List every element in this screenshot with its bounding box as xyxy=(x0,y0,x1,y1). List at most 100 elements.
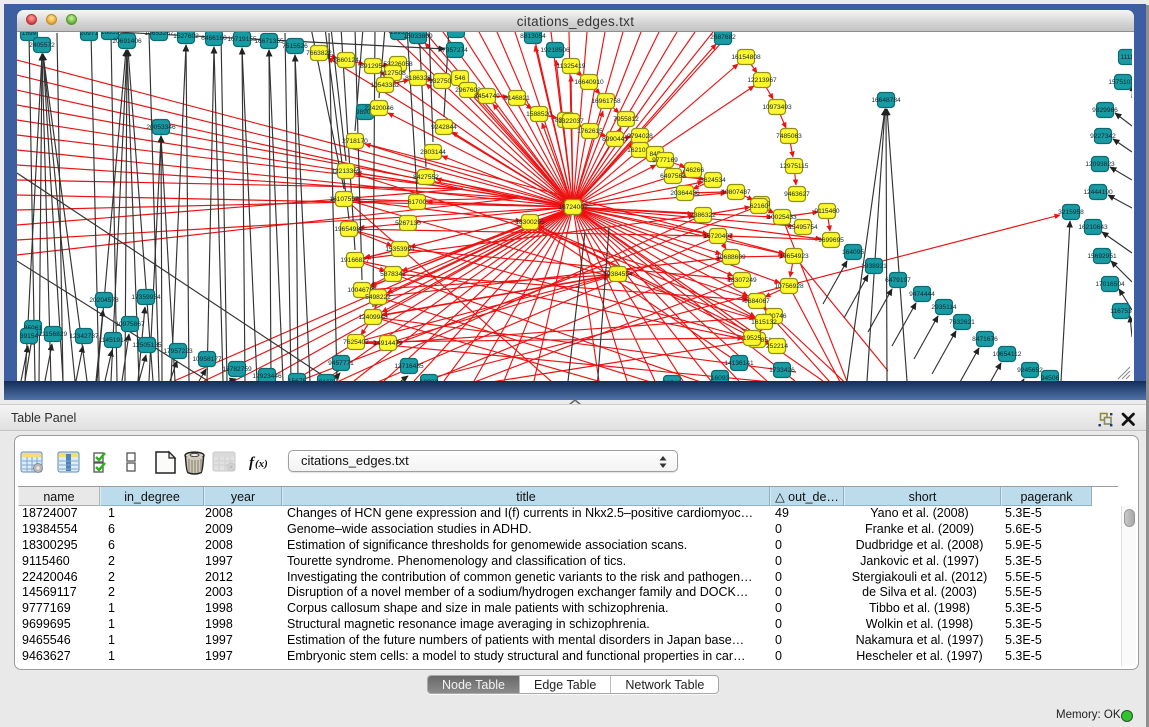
svg-text:17359934: 17359934 xyxy=(131,294,161,301)
svg-text:20204578: 20204578 xyxy=(89,297,119,304)
svg-text:11451914: 11451914 xyxy=(99,337,128,344)
svg-text:11156829: 11156829 xyxy=(39,331,68,338)
svg-text:8427552: 8427552 xyxy=(413,174,439,181)
svg-text:18300295: 18300295 xyxy=(515,219,545,226)
svg-text:2687682: 2687682 xyxy=(710,34,736,41)
svg-text:2718170: 2718170 xyxy=(342,138,368,145)
svg-text:13716485: 13716485 xyxy=(394,363,424,370)
svg-text:19654982: 19654982 xyxy=(334,226,364,233)
svg-text:7625402: 7625402 xyxy=(343,339,369,346)
svg-text:19525: 19525 xyxy=(743,335,762,342)
svg-text:11325419: 11325419 xyxy=(557,63,586,70)
svg-text:1588520: 1588520 xyxy=(526,111,552,118)
svg-text:1762615: 1762615 xyxy=(577,128,603,135)
svg-text:8912954: 8912954 xyxy=(360,63,386,70)
svg-text:8471676: 8471676 xyxy=(972,336,998,343)
svg-text:16107557: 16107557 xyxy=(329,196,359,203)
svg-text:16720407: 16720407 xyxy=(703,233,733,240)
svg-text:15353994: 15353994 xyxy=(385,246,415,253)
svg-text:94506: 94506 xyxy=(1041,375,1060,381)
svg-text:14136141: 14136141 xyxy=(724,360,754,367)
svg-text:16640910: 16640910 xyxy=(574,79,604,86)
svg-text:10958177: 10958177 xyxy=(192,356,222,363)
svg-text:61700: 61700 xyxy=(408,199,427,206)
svg-text:1111: 1111 xyxy=(1120,54,1132,61)
svg-text:10973493: 10973493 xyxy=(762,104,792,111)
svg-text:1615132: 1615132 xyxy=(751,319,777,326)
svg-text:10719155: 10719155 xyxy=(227,36,257,43)
svg-text:12975115: 12975115 xyxy=(780,163,809,170)
svg-text:164095: 164095 xyxy=(842,249,864,256)
svg-text:19654923: 19654923 xyxy=(779,253,809,260)
svg-text:22420046: 22420046 xyxy=(364,105,394,112)
svg-text:20364436: 20364436 xyxy=(670,190,700,197)
svg-text:9474444: 9474444 xyxy=(909,291,935,298)
svg-text:15751074: 15751074 xyxy=(1108,79,1132,86)
svg-text:10025433: 10025433 xyxy=(767,214,797,221)
svg-text:17957223: 17957223 xyxy=(163,348,193,355)
svg-text:2386322: 2386322 xyxy=(690,212,716,219)
svg-text:2405572: 2405572 xyxy=(29,42,55,49)
svg-text:20691406: 20691406 xyxy=(112,38,142,45)
svg-text:2935114: 2935114 xyxy=(931,304,957,311)
svg-text:9127508: 9127508 xyxy=(380,70,406,77)
svg-text:12213967: 12213967 xyxy=(747,77,777,84)
svg-text:9329966: 9329966 xyxy=(1092,107,1118,114)
svg-text:16154808: 16154808 xyxy=(731,54,761,61)
svg-text:7357274: 7357274 xyxy=(442,47,468,54)
svg-text:(x): (x) xyxy=(255,458,268,470)
svg-text:12213369: 12213369 xyxy=(331,168,361,175)
svg-text:7663822: 7663822 xyxy=(306,50,332,57)
svg-text:8660124: 8660124 xyxy=(333,57,359,64)
svg-text:9227342: 9227342 xyxy=(1090,133,1116,140)
svg-text:1527602: 1527602 xyxy=(173,33,199,40)
svg-text:9162: 9162 xyxy=(319,379,334,381)
svg-text:16093: 16093 xyxy=(711,375,730,381)
svg-text:1938921: 1938921 xyxy=(861,263,887,270)
svg-text:2803144: 2803144 xyxy=(420,149,446,156)
svg-text:18307249: 18307249 xyxy=(727,277,757,284)
svg-text:546: 546 xyxy=(454,75,465,82)
svg-text:19384554: 19384554 xyxy=(603,271,633,278)
svg-text:85287: 85287 xyxy=(447,32,466,34)
svg-text:3215958: 3215958 xyxy=(1058,209,1084,216)
svg-text:12505135: 12505135 xyxy=(132,342,162,349)
svg-text:10807487: 10807487 xyxy=(721,189,751,196)
svg-text:15495754: 15495754 xyxy=(788,224,818,231)
svg-text:12409948: 12409948 xyxy=(358,314,388,321)
svg-text:62160: 62160 xyxy=(750,203,769,210)
svg-text:1733426: 1733426 xyxy=(769,367,795,374)
svg-text:9242844: 9242844 xyxy=(431,124,457,131)
svg-text:252214: 252214 xyxy=(766,343,788,350)
svg-text:12342737: 12342737 xyxy=(69,333,99,340)
svg-text:5498222: 5498222 xyxy=(365,294,391,301)
svg-text:10543382: 10543382 xyxy=(370,82,400,89)
svg-text:1599: 1599 xyxy=(22,32,37,37)
svg-text:19218506: 19218506 xyxy=(540,47,570,54)
svg-text:5878342: 5878342 xyxy=(380,271,406,278)
svg-text:16961758: 16961758 xyxy=(591,98,621,105)
svg-text:6497568: 6497568 xyxy=(660,173,686,180)
svg-text:16648784: 16648784 xyxy=(871,97,901,104)
svg-text:8813054: 8813054 xyxy=(520,33,546,40)
svg-text:16782759: 16782759 xyxy=(222,366,252,373)
svg-text:1322037: 1322037 xyxy=(558,118,584,125)
svg-text:12093823: 12093823 xyxy=(1085,161,1115,168)
svg-text:14914479: 14914479 xyxy=(373,340,403,347)
svg-text:10975867: 10975867 xyxy=(115,321,145,328)
svg-text:12444190: 12444190 xyxy=(1083,189,1113,196)
svg-text:7632621: 7632621 xyxy=(949,319,975,326)
svg-text:10923: 10923 xyxy=(420,379,439,381)
svg-text:9457771: 9457771 xyxy=(328,360,354,367)
svg-text:16210643: 16210643 xyxy=(1078,224,1108,231)
svg-text:20971: 20971 xyxy=(80,32,99,37)
svg-text:10653267: 10653267 xyxy=(144,32,174,37)
svg-text:9115460: 9115460 xyxy=(814,208,840,215)
svg-text:8186328: 8186328 xyxy=(405,75,431,82)
svg-text:9699695: 9699695 xyxy=(818,237,844,244)
svg-text:10756928: 10756928 xyxy=(774,283,804,290)
svg-text:3624534: 3624534 xyxy=(700,177,726,184)
svg-text:9463627: 9463627 xyxy=(784,191,810,198)
svg-text:9794028: 9794028 xyxy=(627,133,653,140)
svg-text:7955812: 7955812 xyxy=(613,116,639,123)
